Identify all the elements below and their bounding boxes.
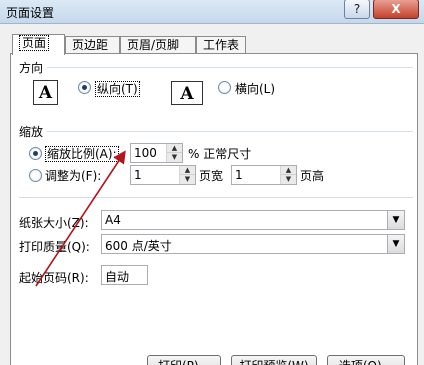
landscape-label[interactable]: 横向(L)	[235, 80, 275, 97]
fit-pages-wide-suffix: 页宽	[199, 169, 224, 183]
print-quality-select[interactable]: 600 点/英寸 ▼	[101, 234, 405, 254]
print-button[interactable]: 打印(P)...	[147, 355, 221, 365]
dropdown-arrow-icon[interactable]: ▼	[387, 211, 404, 229]
paper-size-select[interactable]: A4 ▼	[101, 210, 405, 230]
portrait-radio[interactable]	[78, 81, 91, 94]
scale-percent-value: 100	[134, 146, 157, 160]
landscape-page-icon: A	[171, 81, 203, 105]
fit-pages-wide-value: 1	[134, 168, 142, 182]
paper-divider	[19, 197, 413, 198]
spin-up-icon[interactable]: ▲	[180, 166, 195, 175]
fit-to-label[interactable]: 调整为(F):	[45, 167, 101, 184]
paper-size-value: A4	[105, 213, 121, 227]
landscape-radio[interactable]	[218, 81, 231, 94]
window-title: 页面设置	[6, 6, 55, 20]
help-button[interactable]: ?	[344, 0, 370, 19]
tab-header-footer[interactable]: 页眉/页脚	[120, 36, 196, 54]
fit-pages-tall-value: 1	[235, 168, 243, 182]
tab-margins[interactable]: 页边距	[65, 36, 120, 54]
scale-percent-spinner[interactable]: 100 ▲ ▼	[130, 143, 183, 163]
page-tab-panel: 方向 A 纵向(T) A 横向(L) 缩放 缩放比例(A): 100 ▲ ▼ %…	[10, 53, 418, 365]
adjust-to-radio[interactable]	[29, 147, 42, 160]
portrait-label-text: 纵向(T)	[95, 81, 140, 97]
scaling-divider	[47, 131, 413, 132]
dialog-body: 页面 页边距 页眉/页脚 工作表 方向 A 纵向(T) A 横向(L) 缩放 缩…	[0, 24, 424, 365]
fit-wide-spin-buttons: ▲ ▼	[179, 166, 195, 184]
fit-pages-tall-suffix: 页高	[300, 169, 325, 183]
print-quality-label: 打印质量(Q):	[19, 240, 90, 254]
title-bar: 页面设置 ? X	[0, 0, 424, 24]
print-quality-value: 600 点/英寸	[105, 239, 172, 253]
spin-up-icon[interactable]: ▲	[167, 144, 182, 153]
spin-down-icon[interactable]: ▼	[180, 175, 195, 184]
adjust-to-label[interactable]: 缩放比例(A):	[45, 145, 119, 162]
portrait-page-icon: A	[33, 80, 58, 105]
fit-to-radio[interactable]	[29, 169, 42, 182]
spin-up-icon[interactable]: ▲	[281, 166, 296, 175]
spin-down-icon[interactable]: ▼	[167, 153, 182, 162]
paper-size-label: 纸张大小(Z):	[19, 216, 89, 230]
tab-page[interactable]: 页面	[12, 34, 65, 55]
options-button[interactable]: 选项(O)...	[327, 355, 405, 365]
scaling-group-label: 缩放	[19, 125, 44, 139]
orientation-divider	[47, 67, 413, 68]
first-page-number-input[interactable]: 自动	[101, 265, 148, 285]
orientation-group-label: 方向	[19, 61, 44, 75]
tab-sheet[interactable]: 工作表	[196, 36, 246, 54]
fit-tall-spin-buttons: ▲ ▼	[280, 166, 296, 184]
close-button[interactable]: X	[373, 0, 419, 19]
page-setup-dialog: 页面设置 ? X 页面 页边距 页眉/页脚 工作表 方向 A 纵向(T) A 横…	[0, 0, 424, 365]
tab-page-label: 页面	[19, 35, 50, 51]
dropdown-arrow-icon[interactable]: ▼	[387, 235, 404, 253]
fit-pages-tall-spinner[interactable]: 1 ▲ ▼	[231, 165, 297, 185]
first-page-number-label: 起始页码(R):	[19, 271, 89, 285]
portrait-label[interactable]: 纵向(T)	[95, 80, 140, 97]
adjust-to-label-text: 缩放比例(A):	[45, 146, 119, 162]
fit-pages-wide-spinner[interactable]: 1 ▲ ▼	[130, 165, 196, 185]
spin-down-icon[interactable]: ▼	[281, 175, 296, 184]
scale-percent-spin-buttons: ▲ ▼	[166, 144, 182, 162]
print-preview-button[interactable]: 打印预览(W)	[231, 355, 317, 365]
scale-percent-suffix: % 正常尺寸	[188, 147, 252, 161]
